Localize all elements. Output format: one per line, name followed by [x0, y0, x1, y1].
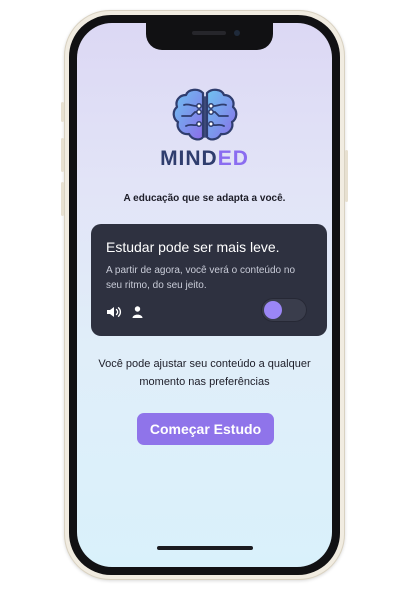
action-button: [61, 102, 64, 122]
volume-down-button: [61, 182, 64, 216]
start-study-button[interactable]: Começar Estudo: [137, 413, 274, 445]
card-title: Estudar pode ser mais leve.: [106, 239, 280, 255]
phone-bezel: MINDED A educação que se adapta a você. …: [69, 15, 340, 575]
stage: MINDED A educação que se adapta a você. …: [0, 0, 408, 612]
app-screen: MINDED A educação que se adapta a você. …: [77, 23, 332, 567]
phone-frame: MINDED A educação que se adapta a você. …: [61, 10, 348, 580]
speaker-icon[interactable]: [106, 305, 122, 323]
toggle-knob: [264, 301, 282, 319]
preferences-hint: Você pode ajustar seu conteúdo a qualque…: [98, 358, 311, 388]
power-button: [345, 150, 348, 202]
preference-toggle[interactable]: [261, 298, 307, 322]
front-camera: [234, 30, 240, 36]
speaker-grille: [192, 31, 226, 35]
card-icons: [106, 305, 143, 323]
brand-name-accent: ED: [217, 147, 249, 170]
tagline: A educação que se adapta a você.: [123, 193, 286, 204]
notch: [146, 23, 273, 50]
brain-circuit-icon: [172, 87, 238, 145]
info-card: Estudar pode ser mais leve. A partir de …: [91, 224, 327, 336]
person-icon[interactable]: [132, 305, 143, 323]
brand-name-primary: MIND: [160, 147, 218, 170]
home-indicator: [157, 546, 253, 550]
volume-up-button: [61, 138, 64, 172]
card-body: A partir de agora, você verá o conteúdo …: [106, 265, 296, 291]
brand-name: MINDED: [77, 147, 332, 171]
